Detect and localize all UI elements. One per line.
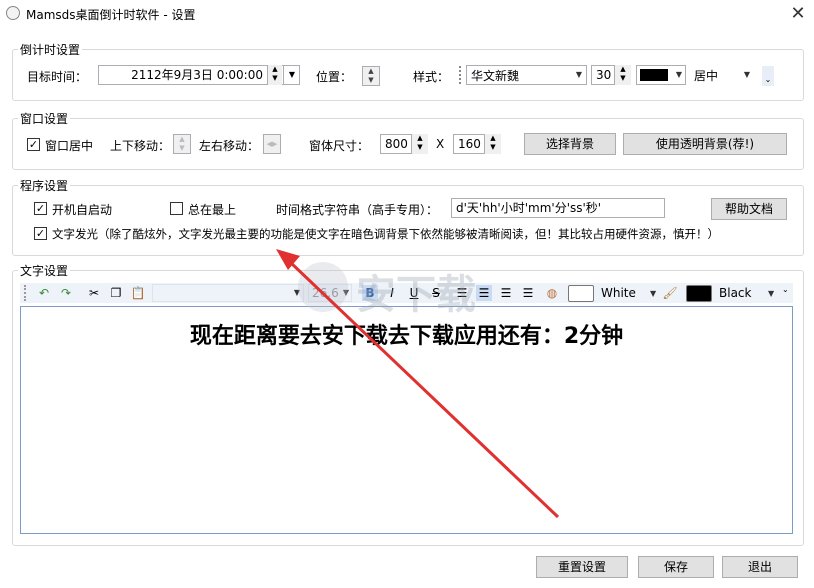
reset-button[interactable]: 重置设置 bbox=[536, 556, 628, 578]
exit-button[interactable]: 退出 bbox=[722, 556, 798, 578]
annotation-arrow bbox=[276, 249, 560, 519]
save-button[interactable]: 保存 bbox=[638, 556, 714, 578]
